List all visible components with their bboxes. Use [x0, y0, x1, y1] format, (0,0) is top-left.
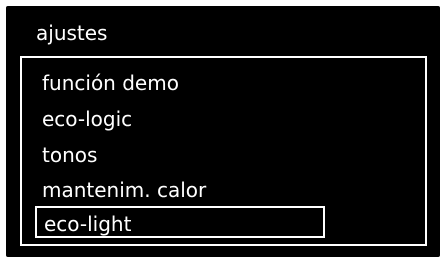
menu-item-eco-light-selected[interactable]: eco-light	[35, 206, 325, 238]
menu-item-label: tonos	[42, 143, 98, 167]
screen-title: ajustes	[36, 21, 108, 45]
menu-item-label: eco-light	[44, 212, 132, 236]
menu-item-funcion-demo[interactable]: función demo	[35, 68, 325, 98]
menu-item-tonos[interactable]: tonos	[35, 140, 325, 170]
menu-item-label: eco-logic	[42, 107, 133, 131]
menu-item-label: mantenim. calor	[42, 178, 207, 202]
settings-screen: ajustes función demo eco-logic tonos man…	[6, 6, 440, 257]
menu-item-label: función demo	[42, 71, 179, 95]
menu-item-mantenim-calor[interactable]: mantenim. calor	[35, 175, 325, 205]
menu-item-eco-logic[interactable]: eco-logic	[35, 104, 325, 134]
settings-menu: función demo eco-logic tonos mantenim. c…	[20, 56, 427, 246]
